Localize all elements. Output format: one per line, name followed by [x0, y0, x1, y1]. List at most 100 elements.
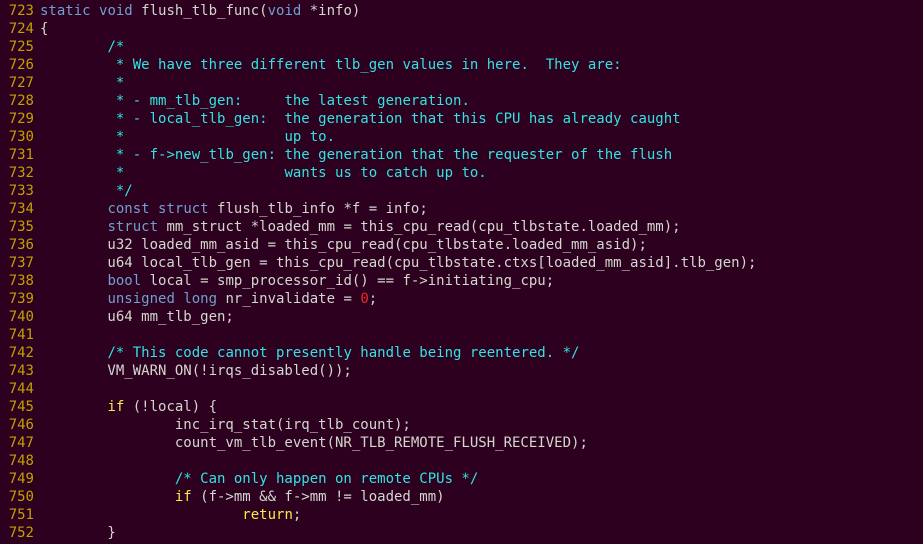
- code-content[interactable]: bool local = smp_processor_id() == f->in…: [40, 272, 923, 290]
- token-plain: ;: [369, 291, 377, 307]
- token-kw-type: long: [183, 291, 217, 307]
- code-content[interactable]: u32 loaded_mm_asid = this_cpu_read(cpu_t…: [40, 236, 923, 254]
- code-content[interactable]: * wants us to catch up to.: [40, 164, 923, 182]
- code-content[interactable]: u64 local_tlb_gen = this_cpu_read(cpu_tl…: [40, 254, 923, 272]
- code-line[interactable]: 739 unsigned long nr_invalidate = 0;: [0, 290, 923, 308]
- line-number: 748: [0, 452, 40, 470]
- code-line[interactable]: 751 return;: [0, 506, 923, 524]
- code-content[interactable]: *: [40, 74, 923, 92]
- code-content[interactable]: static void flush_tlb_func(void *info): [40, 2, 923, 20]
- code-line[interactable]: 726 * We have three different tlb_gen va…: [0, 56, 923, 74]
- line-number: 726: [0, 56, 40, 74]
- code-line[interactable]: 743 VM_WARN_ON(!irqs_disabled());: [0, 362, 923, 380]
- code-line[interactable]: 752 }: [0, 524, 923, 542]
- code-line[interactable]: 747 count_vm_tlb_event(NR_TLB_REMOTE_FLU…: [0, 434, 923, 452]
- line-number: 728: [0, 92, 40, 110]
- line-number: 731: [0, 146, 40, 164]
- code-content[interactable]: * - local_tlb_gen: the generation that t…: [40, 110, 923, 128]
- token-plain: [40, 57, 107, 73]
- code-line[interactable]: 746 inc_irq_stat(irq_tlb_count);: [0, 416, 923, 434]
- code-content[interactable]: /*: [40, 38, 923, 56]
- code-content[interactable]: unsigned long nr_invalidate = 0;: [40, 290, 923, 308]
- code-line[interactable]: 731 * - f->new_tlb_gen: the generation t…: [0, 146, 923, 164]
- token-plain: }: [40, 525, 116, 541]
- code-content[interactable]: inc_irq_stat(irq_tlb_count);: [40, 416, 923, 434]
- code-content[interactable]: const struct flush_tlb_info *f = info;: [40, 200, 923, 218]
- code-line[interactable]: 735 struct mm_struct *loaded_mm = this_c…: [0, 218, 923, 236]
- code-line[interactable]: 742 /* This code cannot presently handle…: [0, 344, 923, 362]
- code-line[interactable]: 745 if (!local) {: [0, 398, 923, 416]
- code-editor[interactable]: 723static void flush_tlb_func(void *info…: [0, 0, 923, 544]
- line-number: 736: [0, 236, 40, 254]
- code-content[interactable]: return;: [40, 506, 923, 524]
- token-plain: nr_invalidate =: [217, 291, 360, 307]
- line-number: 742: [0, 344, 40, 362]
- token-kw-type: bool: [107, 273, 141, 289]
- token-plain: (f->mm && f->mm != loaded_mm): [192, 489, 445, 505]
- code-line[interactable]: 732 * wants us to catch up to.: [0, 164, 923, 182]
- code-line[interactable]: 725 /*: [0, 38, 923, 56]
- token-plain: [40, 471, 175, 487]
- code-content[interactable]: u64 mm_tlb_gen;: [40, 308, 923, 326]
- token-kw-type: void: [268, 3, 302, 19]
- code-content[interactable]: if (!local) {: [40, 398, 923, 416]
- token-plain: u64 mm_tlb_gen;: [40, 309, 234, 325]
- code-line[interactable]: 748: [0, 452, 923, 470]
- code-line[interactable]: 738 bool local = smp_processor_id() == f…: [0, 272, 923, 290]
- code-content[interactable]: }: [40, 524, 923, 542]
- code-content[interactable]: /* This code cannot presently handle bei…: [40, 344, 923, 362]
- token-kw-type: const: [107, 201, 149, 217]
- code-line[interactable]: 736 u32 loaded_mm_asid = this_cpu_read(c…: [0, 236, 923, 254]
- token-plain: [40, 93, 107, 109]
- code-line[interactable]: 724{: [0, 20, 923, 38]
- token-comment: /* Can only happen on remote CPUs */: [175, 471, 478, 487]
- code-content[interactable]: * up to.: [40, 128, 923, 146]
- line-number: 743: [0, 362, 40, 380]
- code-line[interactable]: 723static void flush_tlb_func(void *info…: [0, 2, 923, 20]
- code-line[interactable]: 750 if (f->mm && f->mm != loaded_mm): [0, 488, 923, 506]
- code-line[interactable]: 740 u64 mm_tlb_gen;: [0, 308, 923, 326]
- code-content[interactable]: [40, 326, 923, 344]
- code-line[interactable]: 733 */: [0, 182, 923, 200]
- code-content[interactable]: [40, 452, 923, 470]
- token-plain: [91, 3, 99, 19]
- token-kw-type: struct: [107, 219, 158, 235]
- code-content[interactable]: {: [40, 20, 923, 38]
- code-line[interactable]: 730 * up to.: [0, 128, 923, 146]
- line-number: 751: [0, 506, 40, 524]
- token-plain: VM_WARN_ON(!irqs_disabled());: [40, 363, 352, 379]
- token-plain: [40, 291, 107, 307]
- token-plain: [40, 75, 107, 91]
- code-content[interactable]: [40, 380, 923, 398]
- line-number: 746: [0, 416, 40, 434]
- token-plain: flush_tlb_func(: [133, 3, 268, 19]
- code-content[interactable]: */: [40, 182, 923, 200]
- code-content[interactable]: struct mm_struct *loaded_mm = this_cpu_r…: [40, 218, 923, 236]
- code-content[interactable]: if (f->mm && f->mm != loaded_mm): [40, 488, 923, 506]
- line-number: 732: [0, 164, 40, 182]
- token-plain: [40, 273, 107, 289]
- code-line[interactable]: 728 * - mm_tlb_gen: the latest generatio…: [0, 92, 923, 110]
- token-comment: * We have three different tlb_gen values…: [107, 57, 621, 73]
- code-content[interactable]: * We have three different tlb_gen values…: [40, 56, 923, 74]
- token-plain: [40, 345, 107, 361]
- code-content[interactable]: VM_WARN_ON(!irqs_disabled());: [40, 362, 923, 380]
- token-kw-type: static: [40, 3, 91, 19]
- code-line[interactable]: 727 *: [0, 74, 923, 92]
- code-line[interactable]: 744: [0, 380, 923, 398]
- code-content[interactable]: * - f->new_tlb_gen: the generation that …: [40, 146, 923, 164]
- code-line[interactable]: 729 * - local_tlb_gen: the generation th…: [0, 110, 923, 128]
- line-number: 745: [0, 398, 40, 416]
- code-content[interactable]: * - mm_tlb_gen: the latest generation.: [40, 92, 923, 110]
- token-comment: * up to.: [107, 129, 335, 145]
- code-content[interactable]: count_vm_tlb_event(NR_TLB_REMOTE_FLUSH_R…: [40, 434, 923, 452]
- code-content[interactable]: /* Can only happen on remote CPUs */: [40, 470, 923, 488]
- code-line[interactable]: 741: [0, 326, 923, 344]
- code-line[interactable]: 734 const struct flush_tlb_info *f = inf…: [0, 200, 923, 218]
- line-number: 741: [0, 326, 40, 344]
- token-plain: flush_tlb_info *f = info;: [209, 201, 428, 217]
- code-line[interactable]: 737 u64 local_tlb_gen = this_cpu_read(cp…: [0, 254, 923, 272]
- code-line[interactable]: 749 /* Can only happen on remote CPUs */: [0, 470, 923, 488]
- token-comment: * wants us to catch up to.: [107, 165, 486, 181]
- token-plain: [150, 201, 158, 217]
